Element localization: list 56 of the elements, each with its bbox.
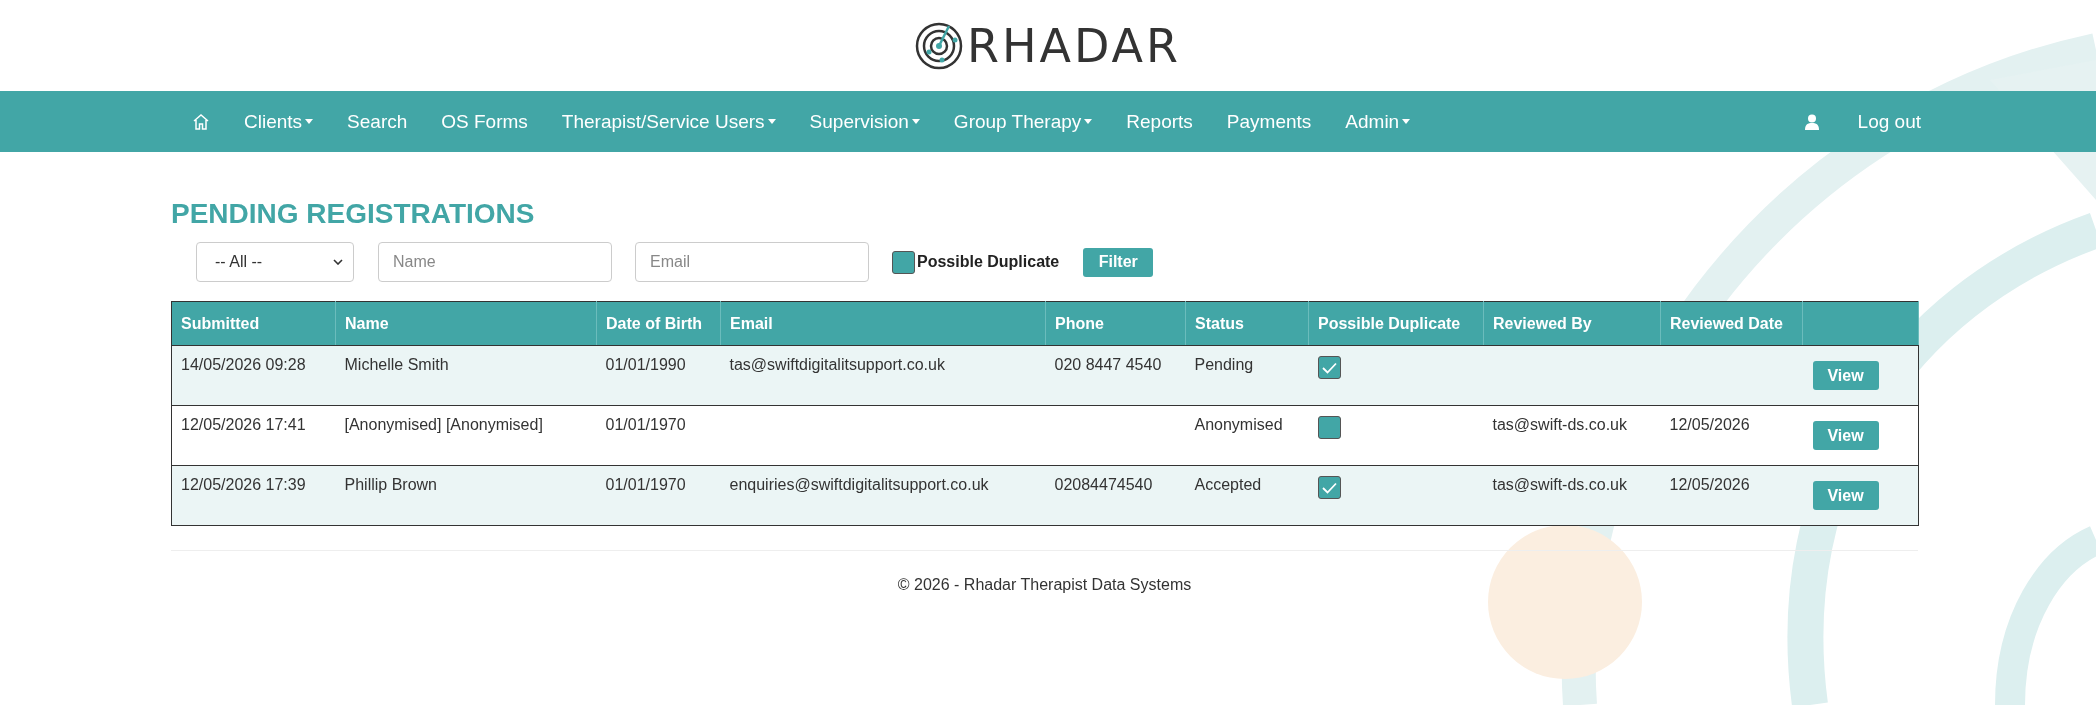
table-cell: 14/05/2026 09:28 xyxy=(181,356,306,373)
check-icon xyxy=(1321,361,1337,374)
table-cell: 12/05/2026 xyxy=(1669,476,1750,493)
column-header: Reviewed Date xyxy=(1660,301,1803,346)
view-button[interactable]: View xyxy=(1812,361,1879,390)
chevron-icon xyxy=(333,259,343,265)
column-header: Reviewed By xyxy=(1483,301,1661,346)
table-cell: 12/05/2026 xyxy=(1669,416,1750,433)
column-header: Status xyxy=(1185,301,1309,346)
nav-link[interactable]: Reports xyxy=(1109,110,1210,133)
view-button[interactable]: View xyxy=(1812,421,1879,450)
footer-text: © 2026 - Rhadar Therapist Data Systems xyxy=(897,576,1192,593)
table-cell: 01/01/1990 xyxy=(605,356,686,373)
table-cell: Anonymised xyxy=(1194,416,1283,433)
table-cell: 01/01/1970 xyxy=(605,416,686,433)
status-select[interactable]: -- All -- xyxy=(196,242,354,282)
nav-link[interactable]: Therapist/Service Users xyxy=(544,110,793,133)
logout-link[interactable]: Log out xyxy=(1840,110,1938,133)
table-cell: tas@swift-ds.co.uk xyxy=(1492,476,1627,493)
filter-button[interactable]: Filter xyxy=(1083,247,1154,277)
column-header: Email xyxy=(720,301,1046,346)
table-cell: 12/05/2026 17:41 xyxy=(181,416,306,433)
check-icon xyxy=(1321,481,1337,494)
checkbox-label: Possible Duplicate xyxy=(917,253,1060,271)
nav-link[interactable]: Supervision xyxy=(792,110,937,133)
user-icon[interactable] xyxy=(1804,113,1819,130)
table-cell: 12/05/2026 17:39 xyxy=(181,476,306,493)
page-title: PENDING REGISTRATIONS xyxy=(171,197,536,231)
column-header: Name xyxy=(335,301,597,346)
table-cell: Accepted xyxy=(1194,476,1262,493)
column-header: Submitted xyxy=(171,301,336,346)
table-cell: [Anonymised] [Anonymised] xyxy=(344,416,543,433)
nav-link[interactable]: Payments xyxy=(1209,110,1329,133)
duplicate-checkbox[interactable] xyxy=(892,250,915,274)
table-cell: Phillip Brown xyxy=(344,476,437,493)
column-header: Phone xyxy=(1045,301,1186,346)
nav-link[interactable]: OS Forms xyxy=(424,110,545,133)
nav-link[interactable]: Search xyxy=(330,110,425,133)
table-cell: tas@swift-ds.co.uk xyxy=(1492,416,1627,433)
view-button[interactable]: View xyxy=(1812,481,1879,510)
column-header: Date of Birth xyxy=(596,301,721,346)
logo-wordmark: RHADAR xyxy=(966,18,1182,73)
table-cell: 020 8447 4540 xyxy=(1054,356,1162,373)
column-header: Possible Duplicate xyxy=(1308,301,1484,346)
table-cell: 02084474540 xyxy=(1054,476,1153,493)
table-cell: tas@swiftdigitalitsupport.co.uk xyxy=(729,356,945,373)
table-cell: Michelle Smith xyxy=(344,356,449,373)
name-field[interactable]: Name xyxy=(378,242,612,282)
email-field[interactable]: Email xyxy=(635,242,869,282)
table-cell: enquiries@swiftdigitalitsupport.co.uk xyxy=(729,476,989,493)
table-cell: 01/01/1970 xyxy=(605,476,686,493)
table-cell: Pending xyxy=(1194,356,1254,373)
nav-link[interactable]: Clients xyxy=(227,110,331,133)
logo-radar-icon xyxy=(914,21,963,70)
nav-link[interactable]: Group Therapy xyxy=(936,110,1110,133)
nav-link[interactable]: Admin xyxy=(1328,110,1428,133)
